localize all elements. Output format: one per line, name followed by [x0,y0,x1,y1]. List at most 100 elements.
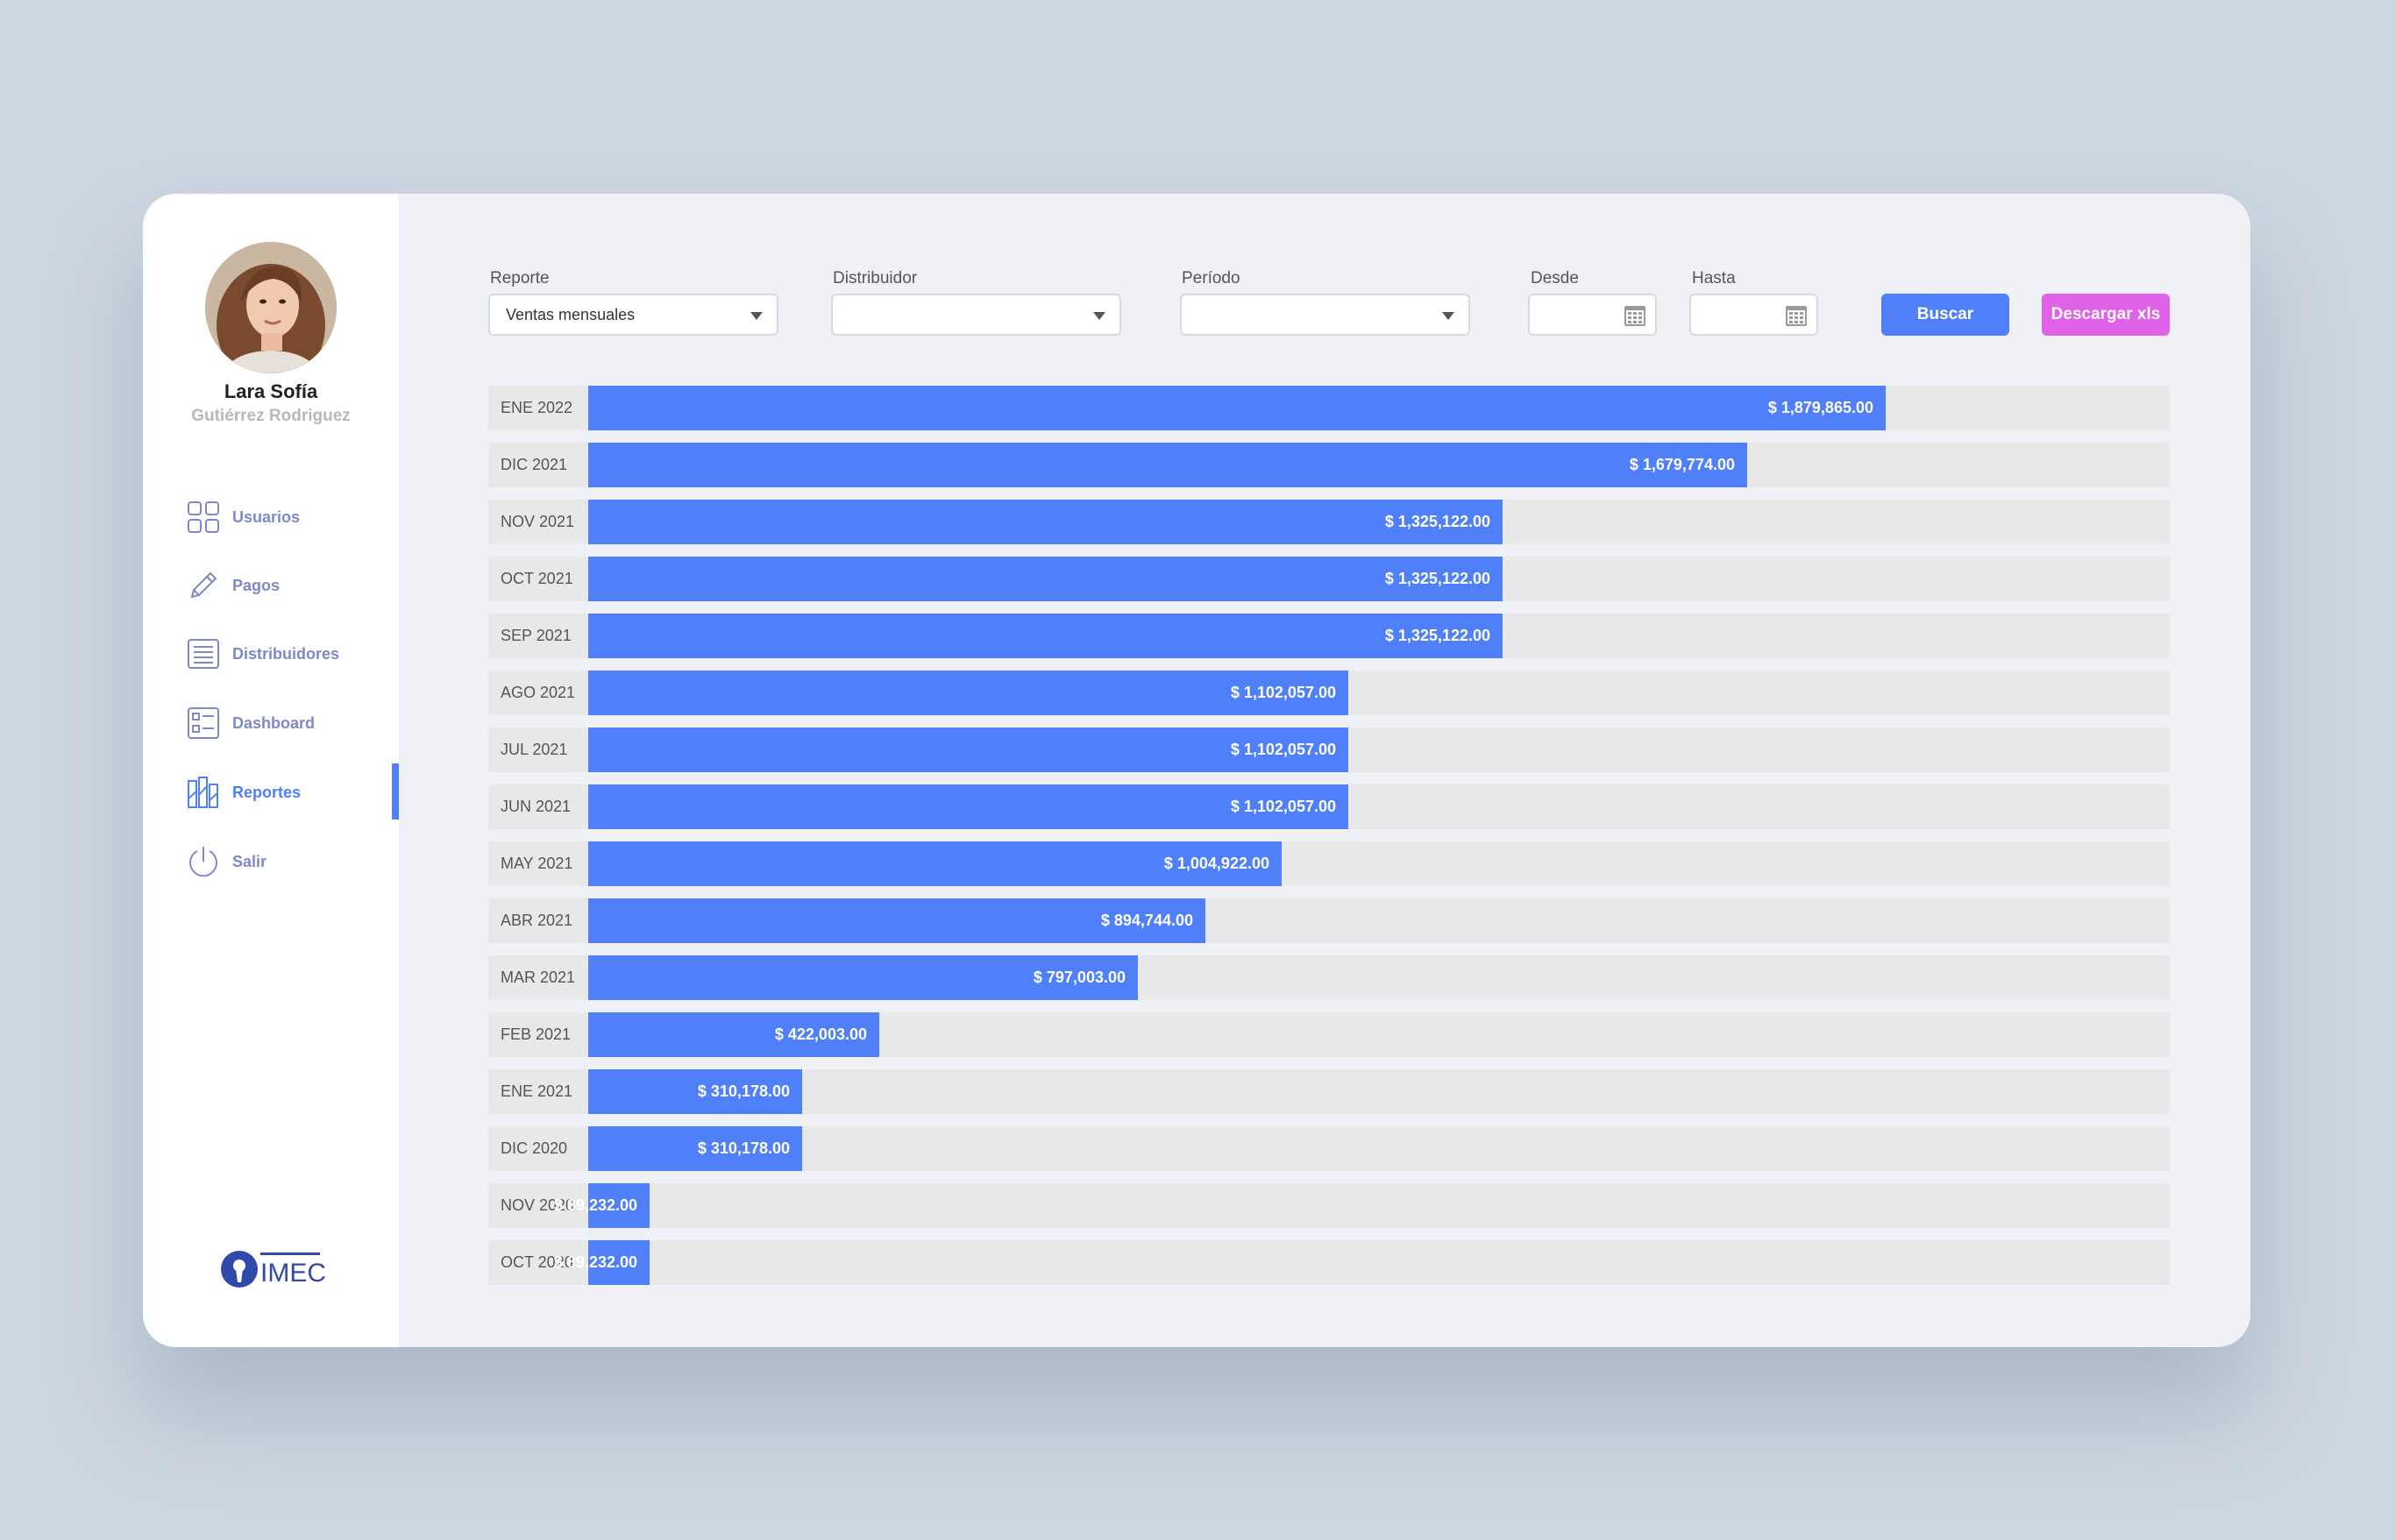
bar-row: OCT 2021 $ 1,325,122.00 [488,557,2170,601]
desde-date-input[interactable] [1528,294,1657,336]
pencil-icon [190,571,217,599]
bar-value-label: $ 1,325,122.00 [1384,570,1490,587]
bar-row: JUN 2021 $ 1,102,057.00 [488,784,2170,829]
sidebar-item-salir[interactable]: Salir [187,841,399,882]
periodo-select[interactable] [1180,294,1470,336]
bar-category-label: ENE 2022 [501,399,573,416]
bar-row: MAY 2021 $ 1,004,922.00 [488,841,2170,886]
bar[interactable]: $ 894,744.00 [588,898,1205,943]
bar-category-label: ENE 2021 [501,1082,573,1100]
chevron-down-icon [1442,312,1454,320]
sidebar-item-reportes[interactable]: Reportes [187,763,399,820]
list-icon [188,639,219,669]
sidebar-item-usuarios[interactable]: Usuarios [187,497,399,537]
bar-value-label: $ 797,003.00 [1033,969,1126,986]
distribuidor-label: Distribuidor [833,269,918,287]
bar-row: AGO 2021 $ 1,102,057.00 [488,671,2170,715]
bar-category-label: MAY 2021 [501,855,573,872]
bar[interactable]: $ 1,004,922.00 [588,841,1282,886]
sidebar-item-pagos[interactable]: Pagos [187,565,399,606]
bar[interactable]: $ 797,003.00 [588,955,1138,1000]
bar-category-label: NOV 2021 [501,513,575,530]
bar-row: ABR 2021 $ 894,744.00 [488,898,2170,943]
sidebar-item-label: Distribuidores [232,644,340,663]
bar-row: JUL 2021 $ 1,102,057.00 [488,727,2170,772]
bar-value-label: $ 1,325,122.00 [1384,627,1490,644]
sidebar-item-label: Salir [232,852,267,870]
bar-category-label: OCT 2021 [501,570,573,587]
descargar-xls-button[interactable]: Descargar xls [2042,294,2170,336]
bar-row: FEB 2021 $ 422,003.00 [488,1012,2170,1057]
bar[interactable]: $ 1,325,122.00 [588,500,1503,544]
sidebar-item-label: Pagos [232,576,281,594]
chevron-down-icon [1093,312,1105,320]
distribuidor-select[interactable] [831,294,1121,336]
reporte-select-value: Ventas mensuales [506,305,636,323]
buscar-button[interactable]: Buscar [1881,294,2009,336]
bar-row: ENE 2021 $ 310,178.00 [488,1069,2170,1114]
bar-category-label: FEB 2021 [501,1025,572,1043]
imec-logo: IMEC [221,1251,325,1288]
sidebar-item-label: Reportes [232,783,302,801]
hasta-date-input[interactable] [1689,294,1818,336]
bar-row: DIC 2020 $ 310,178.00 [488,1126,2170,1171]
bar[interactable]: $ 89,232.00 [554,1240,650,1285]
bar[interactable]: $ 89,232.00 [554,1183,650,1228]
grid-icon [188,501,219,533]
desde-label: Desde [1531,269,1579,287]
hasta-label: Hasta [1692,269,1736,287]
bar[interactable]: $ 1,102,057.00 [588,671,1348,715]
bar-category-label: DIC 2020 [501,1139,568,1157]
app-window: Lara Sofía Gutiérrez Rodriguez Usuarios [143,194,2250,1347]
reporte-label: Reporte [490,269,550,287]
bar-category-label: MAR 2021 [501,969,576,986]
checklist-icon [188,707,219,739]
periodo-label: Período [1182,269,1240,287]
bar-row: SEP 2021 $ 1,325,122.00 [488,614,2170,658]
bar-value-label: $ 310,178.00 [697,1082,790,1100]
bar-value-label: $ 89,232.00 [553,1196,637,1214]
sidebar-item-label: Usuarios [232,507,301,526]
bar[interactable]: $ 1,102,057.00 [588,727,1348,772]
user-name: Lara Sofía [224,380,318,402]
bar-value-label: $ 1,879,865.00 [1767,399,1873,416]
reporte-select[interactable]: Ventas mensuales [488,294,778,336]
bar-value-label: $ 894,744.00 [1100,912,1193,929]
bar-value-label: $ 1,004,922.00 [1163,855,1269,872]
bar[interactable]: $ 1,679,774.00 [588,443,1747,487]
bar-value-label: $ 1,102,057.00 [1230,684,1336,701]
reports-icon [188,777,218,808]
bar[interactable]: $ 422,003.00 [588,1012,879,1057]
bar[interactable]: $ 1,879,865.00 [588,386,1886,430]
calendar-icon[interactable] [1785,304,1808,327]
logo-text: IMEC [260,1259,325,1288]
bar-row: ENE 2022 $ 1,879,865.00 [488,386,2170,430]
bar-category-label: AGO 2021 [501,684,576,701]
bar-category-label: JUN 2021 [501,798,572,815]
calendar-icon[interactable] [1624,304,1646,327]
sidebar-item-distribuidores[interactable]: Distribuidores [187,634,399,674]
bar-value-label: $ 310,178.00 [697,1139,790,1157]
bar[interactable]: $ 310,178.00 [588,1069,802,1114]
bar-row: NOV 2020 $ 89,232.00 [488,1183,2170,1228]
sidebar-item-dashboard[interactable]: Dashboard [187,703,399,743]
user-surname: Gutiérrez Rodriguez [191,407,351,425]
bar-row: DIC 2021 $ 1,679,774.00 [488,443,2170,487]
avatar[interactable] [205,242,337,373]
bar-value-label: $ 1,325,122.00 [1384,513,1490,530]
bar-value-label: $ 89,232.00 [553,1253,637,1271]
power-icon [189,847,217,877]
bar-value-label: $ 1,679,774.00 [1629,456,1735,473]
bar-row: OCT 2020 $ 89,232.00 [488,1240,2170,1285]
bar-value-label: $ 1,102,057.00 [1230,798,1336,815]
bar-row: MAR 2021 $ 797,003.00 [488,955,2170,1000]
bar[interactable]: $ 1,102,057.00 [588,784,1348,829]
bar-category-label: JUL 2021 [501,741,568,758]
bar[interactable]: $ 1,325,122.00 [588,557,1503,601]
bar[interactable]: $ 1,325,122.00 [588,614,1503,658]
bar-value-label: $ 422,003.00 [774,1025,867,1043]
bar-category-label: SEP 2021 [501,627,572,644]
bar[interactable]: $ 310,178.00 [588,1126,802,1171]
bar-row: NOV 2021 $ 1,325,122.00 [488,500,2170,544]
chevron-down-icon [750,312,763,320]
